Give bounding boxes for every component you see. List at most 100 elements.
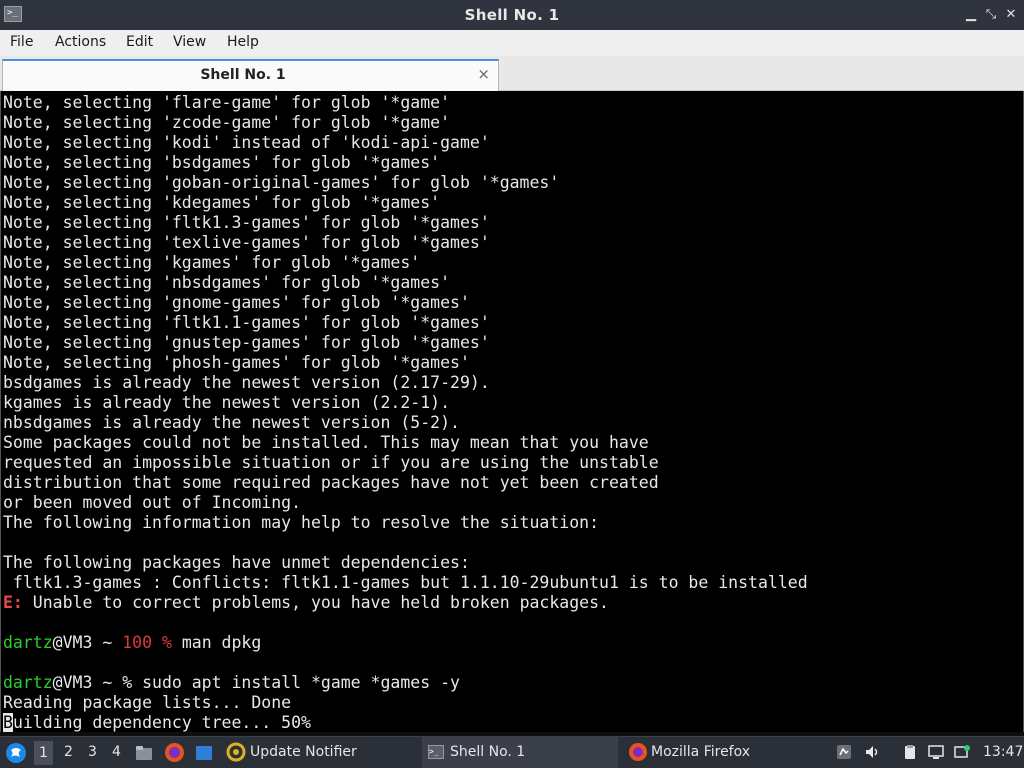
terminal-text: Note, selecting 'bsdgames' for glob '*ga…	[3, 153, 441, 172]
terminal-text: requested an impossible situation or if …	[3, 453, 659, 472]
terminal-text: uilding dependency tree... 50%	[12, 713, 311, 732]
terminal-line: kgames is already the newest version (2.…	[3, 393, 808, 413]
terminal-line: Building dependency tree... 50%	[3, 713, 808, 732]
file-manager-icon[interactable]	[134, 743, 154, 763]
menu-view[interactable]: View	[173, 34, 206, 50]
workspace-1[interactable]: 1	[34, 741, 53, 765]
terminal-line: Note, selecting 'zcode-game' for glob '*…	[3, 113, 808, 133]
clipboard-icon[interactable]	[902, 744, 918, 760]
menu-file[interactable]: File	[10, 34, 33, 50]
window-icon[interactable]	[194, 743, 214, 763]
terminal-text: bsdgames is already the newest version (…	[3, 373, 490, 392]
terminal-line: Note, selecting 'flare-game' for glob '*…	[3, 93, 808, 113]
terminal-text: dartz	[3, 673, 53, 692]
terminal-text: Note, selecting 'fltk1.3-games' for glob…	[3, 213, 490, 232]
task-label: Update Notifier	[250, 744, 357, 760]
terminal-text: @VM3 ~	[52, 633, 123, 652]
terminal-line: Reading package lists... Done	[3, 693, 808, 713]
terminal-text: Note, selecting 'kodi' instead of 'kodi-…	[3, 133, 490, 152]
terminal-line: Some packages could not be installed. Th…	[3, 433, 808, 453]
terminal-text: Note, selecting 'kgames' for glob '*game…	[3, 253, 421, 272]
close-icon[interactable]: ✕	[1002, 5, 1020, 25]
menu-edit[interactable]: Edit	[126, 34, 153, 50]
terminal-text: Note, selecting 'phosh-games' for glob '…	[3, 353, 470, 372]
terminal-text: Note, selecting 'goban-original-games' f…	[3, 173, 560, 192]
terminal-text: distribution that some required packages…	[3, 473, 659, 492]
task-shell[interactable]: >_ Shell No. 1	[422, 737, 618, 768]
terminal-text: 100 %	[122, 633, 172, 652]
terminal-line: dartz@VM3 ~ 100 % man dpkg	[3, 633, 808, 653]
terminal-text: Note, selecting 'nbsdgames' for glob '*g…	[3, 273, 451, 292]
terminal-line: requested an impossible situation or if …	[3, 453, 808, 473]
terminal-line: Note, selecting 'kodi' instead of 'kodi-…	[3, 133, 808, 153]
terminal-text: Unable to correct problems, you have hel…	[22, 593, 609, 612]
terminal-line: The following information may help to re…	[3, 513, 808, 533]
tab-close-icon[interactable]: ×	[477, 65, 490, 83]
terminal-line: Note, selecting 'fltk1.3-games' for glob…	[3, 213, 808, 233]
task-label: Mozilla Firefox	[651, 744, 751, 760]
terminal-line: Note, selecting 'bsdgames' for glob '*ga…	[3, 153, 808, 173]
window-titlebar[interactable]: >_ Shell No. 1 ▁ ⤡ ✕	[0, 0, 1024, 30]
network-icon[interactable]	[954, 744, 970, 760]
menu-help[interactable]: Help	[227, 34, 259, 50]
tab-shell-1[interactable]: Shell No. 1 ×	[2, 59, 499, 91]
terminal-line: or been moved out of Incoming.	[3, 493, 808, 513]
terminal-text: man dpkg	[171, 633, 262, 652]
menu-actions[interactable]: Actions	[55, 34, 106, 50]
taskbar: 1 2 3 4 Update Notifier >_ Shell No. 1 M…	[0, 736, 1024, 768]
terminal-text: @VM3 ~ % sudo apt install *game *games -…	[52, 673, 460, 692]
terminal-cursor: B	[3, 713, 13, 732]
terminal-text: Note, selecting 'gnome-games' for glob '…	[3, 293, 470, 312]
terminal-lines: Note, selecting 'flare-game' for glob '*…	[3, 93, 808, 732]
terminal-output[interactable]: Note, selecting 'flare-game' for glob '*…	[0, 91, 1024, 732]
firefox-launcher-icon[interactable]	[164, 742, 185, 763]
terminal-line: The following packages have unmet depend…	[3, 553, 808, 573]
terminal-text: or been moved out of Incoming.	[3, 493, 302, 512]
tab-bar: Shell No. 1 ×	[0, 56, 1024, 91]
terminal-line: Note, selecting 'gnome-games' for glob '…	[3, 293, 808, 313]
volume-icon[interactable]	[864, 744, 880, 760]
workspace-4[interactable]: 4	[112, 744, 121, 760]
update-notifier-icon	[226, 742, 246, 762]
terminal-text: E:	[3, 593, 23, 612]
task-firefox[interactable]: Mozilla Firefox	[624, 737, 824, 768]
terminal-line: Note, selecting 'nbsdgames' for glob '*g…	[3, 273, 808, 293]
terminal-line: fltk1.3-games : Conflicts: fltk1.1-games…	[3, 573, 808, 593]
tab-label: Shell No. 1	[200, 67, 286, 83]
terminal-text: The following information may help to re…	[3, 513, 600, 532]
terminal-text: Note, selecting 'kdegames' for glob '*ga…	[3, 193, 441, 212]
display-icon[interactable]	[928, 744, 944, 760]
terminal-text: Note, selecting 'flare-game' for glob '*…	[3, 93, 451, 112]
minimize-icon[interactable]: ▁	[962, 5, 980, 25]
terminal-line: nbsdgames is already the newest version …	[3, 413, 808, 433]
start-menu-icon[interactable]	[5, 742, 27, 764]
terminal-line: distribution that some required packages…	[3, 473, 808, 493]
clock: 13:47	[983, 744, 1024, 760]
terminal-line: Note, selecting 'phosh-games' for glob '…	[3, 353, 808, 373]
terminal-line: Note, selecting 'gnustep-games' for glob…	[3, 333, 808, 353]
terminal-text: kgames is already the newest version (2.…	[3, 393, 451, 412]
terminal-line: Note, selecting 'fltk1.1-games' for glob…	[3, 313, 808, 333]
tray-app-icon[interactable]	[836, 744, 852, 760]
terminal-line: Note, selecting 'goban-original-games' f…	[3, 173, 808, 193]
terminal-line: dartz@VM3 ~ % sudo apt install *game *ga…	[3, 673, 808, 693]
terminal-text: Note, selecting 'fltk1.1-games' for glob…	[3, 313, 490, 332]
terminal-text: dartz	[3, 633, 53, 652]
window-title: Shell No. 1	[464, 6, 560, 24]
terminal-text: nbsdgames is already the newest version …	[3, 413, 460, 432]
workspace-3[interactable]: 3	[88, 744, 97, 760]
terminal-line: Note, selecting 'texlive-games' for glob…	[3, 233, 808, 253]
terminal-text: fltk1.3-games : Conflicts: fltk1.1-games…	[3, 573, 808, 592]
workspace-2[interactable]: 2	[64, 744, 73, 760]
terminal-line: Note, selecting 'kgames' for glob '*game…	[3, 253, 808, 273]
terminal-text: Reading package lists... Done	[3, 693, 292, 712]
maximize-icon[interactable]: ⤡	[982, 5, 1000, 25]
task-label: Shell No. 1	[450, 744, 526, 760]
task-update-notifier[interactable]: Update Notifier	[222, 737, 412, 768]
terminal-icon: >_	[428, 745, 444, 759]
menu-bar: File Actions Edit View Help	[0, 30, 1024, 56]
terminal-text: Note, selecting 'gnustep-games' for glob…	[3, 333, 490, 352]
